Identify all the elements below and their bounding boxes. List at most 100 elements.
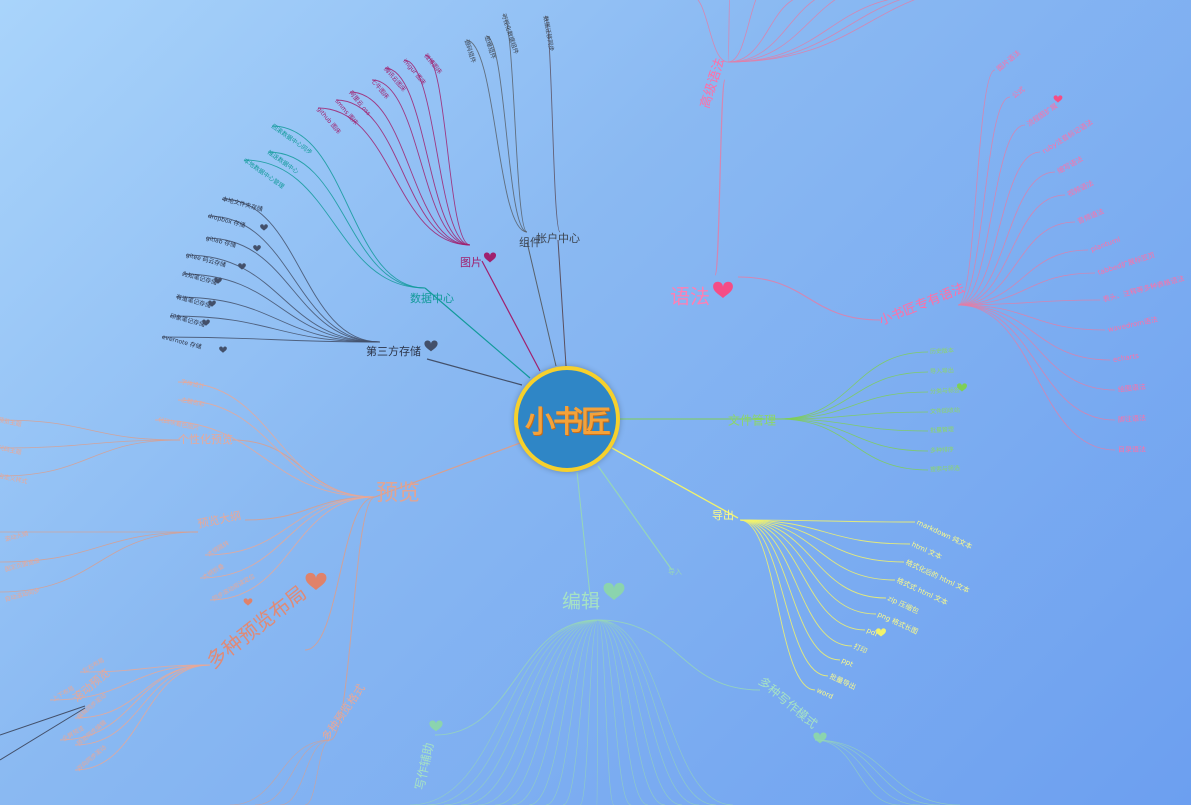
node-special-syntax[interactable]: 小书匠专有语法 — [877, 281, 967, 329]
branch-line — [597, 619, 734, 805]
branch-line — [477, 619, 599, 805]
node-storage[interactable]: 第三方存储 — [366, 344, 421, 358]
branch-line — [597, 619, 717, 805]
export-item[interactable]: ppt — [840, 656, 854, 668]
branch-line — [714, 79, 726, 276]
file-item[interactable]: 导入导出 — [930, 366, 954, 375]
outline-left-item[interactable]: 自动滚动同步 — [4, 586, 41, 603]
spoke-image — [481, 260, 541, 372]
syntax-item[interactable]: 脚注语法 — [1118, 413, 1147, 424]
heart-icon — [305, 572, 327, 591]
branch-line — [727, 0, 757, 63]
node-image[interactable]: 图片 — [460, 256, 482, 269]
storage-item[interactable]: gitee 码云存储 — [185, 251, 227, 269]
syntax-item[interactable]: 音频语法 — [1076, 206, 1105, 225]
branch-line — [957, 221, 1076, 306]
syntax-item[interactable]: plantuml — [1090, 235, 1122, 253]
data-item[interactable]: 回滚数据中心同步 — [270, 122, 314, 156]
personal-item[interactable]: 字体设计 — [180, 378, 205, 391]
logo-text: 小书匠 — [525, 405, 611, 440]
branch-line — [777, 351, 929, 420]
spoke-account — [557, 239, 567, 367]
node-advanced-syntax[interactable]: 高级语法 — [697, 56, 728, 110]
syntax-item[interactable]: 图片语法 — [995, 48, 1022, 73]
file-item[interactable]: 文件回收站 — [930, 406, 960, 416]
syntax-item[interactable]: tabbed扩展标签页 — [1096, 250, 1156, 277]
branch-line — [0, 439, 181, 477]
branch-line — [0, 419, 181, 441]
syntax-item[interactable]: 缩写语法 — [1056, 154, 1085, 175]
branch-line — [271, 125, 426, 289]
branch-line — [254, 739, 331, 805]
branch-line — [957, 304, 1116, 421]
storage-item[interactable]: dropbox 存储 — [207, 212, 246, 230]
branch-line — [814, 739, 961, 805]
personal-item[interactable]: 代码块着色图片 — [157, 416, 200, 433]
syntax-item[interactable]: wavedrom语法 — [1107, 315, 1158, 334]
file-item[interactable]: 批量管理 — [930, 425, 954, 434]
node-edit[interactable]: 编辑 — [562, 591, 600, 613]
syntax-item[interactable]: 流程图扩展 — [1025, 101, 1059, 128]
branch-line — [597, 619, 615, 805]
file-item[interactable]: 分类与标签 — [930, 386, 960, 396]
branch-line — [739, 519, 853, 647]
export-item[interactable]: html 文本 — [910, 539, 943, 561]
branch-line — [697, 0, 729, 63]
account-item[interactable]: 数据迁移同步 — [542, 15, 556, 52]
branch-line — [485, 35, 528, 233]
storage-item[interactable]: gitlab 存储 — [205, 234, 237, 250]
branch-line — [205, 237, 381, 343]
personal-left-item[interactable]: 代码主题 — [0, 444, 22, 457]
storage-item[interactable]: 印象笔记存储 — [169, 312, 206, 329]
image-item[interactable]: 微博图床 — [422, 52, 444, 76]
node-export[interactable]: 导出 — [712, 508, 734, 522]
syntax-item[interactable]: echarts — [1112, 352, 1139, 364]
node-syntax[interactable]: 语法 — [670, 285, 710, 309]
export-item[interactable]: zip 压缩包 — [886, 593, 920, 615]
storage-item[interactable]: 为知笔记存储 — [181, 270, 218, 287]
outline-item[interactable]: 大纲折叠 — [201, 562, 226, 581]
storage-item[interactable]: evernote 存储 — [161, 333, 202, 351]
personal-left-item[interactable]: 预览主题 — [0, 416, 22, 429]
node-edit-assist[interactable]: 写作辅助 — [413, 741, 437, 791]
syntax-item[interactable]: 公式 — [1010, 85, 1027, 101]
branch-line — [0, 531, 199, 563]
node-file[interactable]: 文件管理 — [728, 413, 776, 428]
heart-icon — [483, 252, 497, 263]
personal-item-line — [154, 419, 376, 498]
export-item[interactable]: 批量导出 — [828, 671, 857, 691]
file-item[interactable]: 搜索与筛选 — [930, 464, 960, 474]
export-item[interactable]: word — [815, 686, 834, 701]
syntax-item[interactable]: 视频语法 — [1066, 178, 1095, 198]
outline-left-item[interactable]: 固定页面宽度 — [4, 556, 41, 573]
data-item[interactable]: 推送数据中心 — [266, 148, 300, 175]
node-preview[interactable]: 预览 — [376, 481, 420, 506]
node-edit-modes[interactable]: 多种写作模式 — [756, 674, 820, 731]
personal-left-item[interactable]: 自定义样式 — [0, 472, 28, 486]
outline-left-item[interactable]: 滚动大纲 — [4, 529, 29, 543]
storage-item[interactable]: 有道笔记存储 — [175, 293, 212, 310]
personal-item[interactable]: 主题色彩 — [180, 396, 205, 409]
node-preview-styles[interactable]: 多种预览格式 — [318, 681, 367, 743]
node-data[interactable]: 数据中心 — [410, 291, 454, 305]
group-item[interactable]: 思维组件 — [483, 35, 498, 60]
export-item[interactable]: 打印 — [852, 641, 868, 655]
image-item[interactable]: imgur 图床 — [401, 57, 427, 86]
group-item[interactable]: 源码组件 — [463, 39, 478, 64]
heart-icon — [876, 628, 886, 637]
image-item[interactable]: github 图床 — [315, 105, 342, 136]
image-item[interactable]: 七牛图床 — [369, 77, 391, 101]
syntax-item[interactable]: 目录语法 — [1118, 445, 1146, 454]
syntax-item[interactable]: 绘图语法 — [1117, 382, 1146, 394]
node-outline[interactable]: 预览大纲 — [196, 508, 242, 531]
image-item[interactable]: 腾讯云图床 — [382, 65, 407, 93]
storage-item[interactable]: 本地文件夹存储 — [221, 195, 264, 214]
logo-node[interactable]: 小书匠 — [514, 366, 620, 472]
file-item[interactable]: 历史版本 — [930, 346, 954, 355]
syntax-item[interactable]: ruby注音标记语法 — [1040, 117, 1094, 155]
node-account[interactable]: 帐户中心 — [536, 231, 580, 245]
node-import[interactable]: 导入 — [668, 568, 682, 576]
outline-item[interactable]: 大纲跳转 — [206, 539, 231, 558]
file-item[interactable]: 多种排序 — [930, 445, 954, 454]
syntax-item[interactable]: 表头、注释等多种表格语法 — [1102, 274, 1186, 304]
